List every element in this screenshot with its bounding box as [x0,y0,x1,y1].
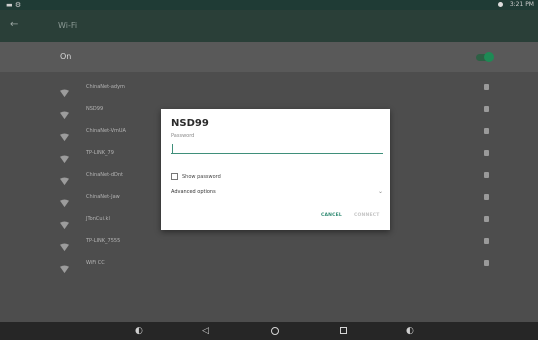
wifi-signal-icon [60,193,69,208]
network-item[interactable]: ChinaNet-adym [0,77,538,99]
chevron-down-icon: ⌄ [377,188,383,195]
wifi-signal-icon [60,127,69,142]
right-nav-icon[interactable]: ◐ [406,326,414,336]
connect-button[interactable]: CONNECT [354,213,380,218]
left-nav-icon[interactable]: ◐ [135,326,143,336]
wifi-toggle-row[interactable]: On [0,42,538,72]
wifi-signal-icon [60,83,69,98]
wifi-password-dialog: NSD99 Password Show password Advanced op… [161,109,390,230]
app-bar: ← Wi-Fi [0,10,538,42]
recents-icon[interactable] [340,327,347,334]
cancel-button[interactable]: CANCEL [321,213,342,218]
lock-icon [484,150,489,156]
lock-icon [484,106,489,112]
lock-icon [484,84,489,90]
wifi-signal-icon [60,259,69,274]
network-name: ChinaNet-adym [86,84,125,90]
text-caret [172,144,173,153]
wifi-signal-icon [60,215,69,230]
lock-icon [484,128,489,134]
network-name: ChinaNet-Jaw [86,194,120,200]
back-arrow-icon[interactable]: ← [10,19,18,30]
back-icon[interactable]: ◁ [202,326,209,336]
wifi-signal-icon [60,105,69,120]
clock: 3:21 PM [509,1,534,8]
network-name: JTonCui.kl [86,216,110,222]
home-icon[interactable] [271,327,279,335]
lock-icon [484,194,489,200]
lock-icon [484,238,489,244]
show-password-checkbox[interactable] [171,173,178,180]
status-bar: ▬ ⚙ 3:21 PM [0,0,538,10]
network-item[interactable]: TP-LINK_7555 [0,231,538,253]
network-item[interactable]: WiFi CC [0,253,538,275]
lock-icon [484,172,489,178]
wifi-toggle-label: On [60,52,72,61]
network-name: WiFi CC [86,260,105,266]
lock-icon [484,260,489,266]
network-name: ChinaNet-VmUA [86,128,126,134]
navigation-bar: ◐ ◁ ◐ [0,322,538,340]
password-label: Password [171,133,195,139]
network-name: NSD99 [86,106,104,112]
notification-dot-icon [497,2,503,7]
show-password-label: Show password [182,174,221,180]
toggle-knob [484,52,494,62]
network-name: TP-LINK_7555 [86,238,121,244]
page-title: Wi-Fi [58,21,78,30]
network-name: ChinaNet-dDnt [86,172,124,178]
password-input[interactable] [171,142,383,154]
status-icons-right: 3:21 PM [497,1,534,8]
wifi-signal-icon [60,171,69,186]
dialog-title: NSD99 [171,118,209,129]
wifi-toggle-switch[interactable] [476,52,494,62]
wifi-signal-icon [60,237,69,252]
advanced-options-row[interactable]: Advanced options ⌄ [171,188,383,197]
lock-icon [484,216,489,222]
network-name: TP-LINK_79 [86,150,114,156]
status-icons-left: ▬ ⚙ [6,1,22,9]
advanced-options-label: Advanced options [171,189,216,195]
wifi-signal-icon [60,149,69,164]
